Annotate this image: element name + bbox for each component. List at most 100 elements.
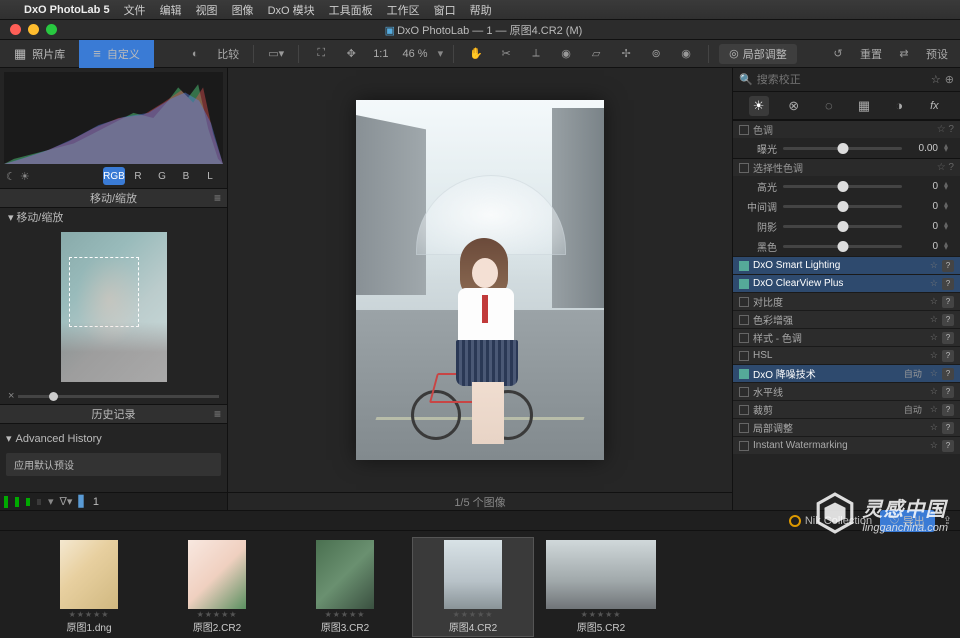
history-advanced[interactable]: ▾Advanced History [6, 428, 221, 449]
photo-preview [356, 100, 604, 460]
zoom-dropdown-icon[interactable]: ▾ [438, 47, 444, 60]
detail-icon[interactable]: ◌ [819, 96, 839, 116]
crop-tool-icon[interactable]: ✂ [494, 43, 518, 65]
nik-collection-button[interactable]: Nik Collection [789, 515, 872, 527]
redeye-icon[interactable]: ⊚ [644, 43, 668, 65]
history-item[interactable]: 应用默认预设 [6, 453, 221, 476]
thumbnail[interactable]: ★★★★★原图4.CR2 [412, 537, 534, 637]
preset-icon[interactable]: ⇄ [892, 43, 916, 65]
menu-file[interactable]: 文件 [124, 2, 146, 18]
thumbnail[interactable]: ★★★★★原图5.CR2 [540, 537, 662, 637]
thumbnail[interactable]: ★★★★★原图3.CR2 [284, 537, 406, 637]
compare-label[interactable]: 比较 [213, 46, 243, 62]
menu-view[interactable]: 视图 [196, 2, 218, 18]
perspective-icon[interactable]: ▱ [584, 43, 608, 65]
compare-toggle[interactable]: ◐ [183, 43, 207, 65]
menu-image[interactable]: 图像 [232, 2, 254, 18]
repair-icon[interactable]: ✢ [614, 43, 638, 65]
menu-dxomodules[interactable]: DxO 模块 [268, 2, 315, 18]
channel-rgb[interactable]: RGB [103, 167, 125, 185]
watermark-icon[interactable]: fx [924, 96, 944, 116]
channel-g[interactable]: G [151, 167, 173, 185]
folder-icon[interactable]: ▋ [78, 495, 86, 508]
preset-label[interactable]: 预设 [922, 46, 952, 62]
histogram-channels: ☾ ☀ RGB R G B L [0, 164, 227, 188]
thumbnail[interactable]: ★★★★★原图2.CR2 [156, 537, 278, 637]
menu-window[interactable]: 窗口 [434, 2, 456, 18]
whitebalance-icon[interactable]: ◉ [554, 43, 578, 65]
export-button[interactable]: ⎋导出 [880, 510, 935, 532]
panel-menu-icon[interactable]: ≡ [214, 191, 221, 205]
chevron-down-icon[interactable]: ▾ [8, 211, 14, 224]
reset-icon[interactable]: ↺ [826, 43, 850, 65]
color-icon[interactable]: ⊗ [784, 96, 804, 116]
slider-2[interactable]: 阴影0▴▾ [733, 216, 960, 236]
menu-panels[interactable]: 工具面板 [329, 2, 373, 18]
canvas[interactable] [228, 68, 732, 492]
preview-eye-icon[interactable]: ◉ [674, 43, 698, 65]
slider-1[interactable]: 中间调0▴▾ [733, 196, 960, 216]
slider-exposure[interactable]: 曝光 0.00▴▾ [733, 138, 960, 158]
local-adjustments-button[interactable]: ◎局部调整 [719, 44, 797, 64]
section-对比度[interactable]: 对比度☆? [733, 292, 960, 310]
tab-customize[interactable]: ≡自定义 [79, 40, 154, 68]
star-icon[interactable]: ☆ [931, 73, 941, 86]
section-裁剪[interactable]: 裁剪自动☆? [733, 400, 960, 418]
channel-l[interactable]: L [199, 167, 221, 185]
share-icon[interactable]: ⇪ [943, 514, 952, 527]
panel-history[interactable]: 历史记录≡ [0, 404, 227, 424]
thumbnail[interactable]: ★★★★★原图1.dng [28, 537, 150, 637]
section-色彩增强[interactable]: 色彩增强☆? [733, 310, 960, 328]
section-水平线[interactable]: 水平线☆? [733, 382, 960, 400]
screen-layout[interactable]: ▭▾ [264, 43, 288, 65]
section-样式---色调[interactable]: 样式 - 色调☆? [733, 328, 960, 346]
panel-menu-icon[interactable]: ≡ [214, 407, 221, 421]
histogram [4, 72, 223, 164]
shadow-clip-icon[interactable]: ☾ [6, 170, 16, 183]
panel-move-zoom[interactable]: 移动/缩放≡ [0, 188, 227, 208]
highlight-clip-icon[interactable]: ☀ [20, 170, 30, 183]
section-hsl[interactable]: HSL☆? [733, 346, 960, 364]
grid-icon: ▦ [14, 46, 26, 62]
section-dxo-clearview-plus[interactable]: DxO ClearView Plus☆? [733, 274, 960, 292]
section-局部调整[interactable]: 局部调整☆? [733, 418, 960, 436]
slider-0[interactable]: 高光0▴▾ [733, 176, 960, 196]
main-toolbar: ▦照片库 ≡自定义 ◐ 比较 ▭▾ ⛶ ✥ 1:1 46 % ▾ ✋ ✂ ⟂ ◉… [0, 40, 960, 68]
menu-edit[interactable]: 编辑 [160, 2, 182, 18]
channel-r[interactable]: R [127, 167, 149, 185]
reset-label[interactable]: 重置 [856, 46, 886, 62]
straighten-icon[interactable]: ⟂ [524, 43, 548, 65]
section-instant-watermarking[interactable]: Instant Watermarking☆? [733, 436, 960, 454]
section-dxo-smart-lighting[interactable]: DxO Smart Lighting☆? [733, 256, 960, 274]
link-icon[interactable]: ⊕ [945, 73, 954, 86]
tab-library[interactable]: ▦照片库 [0, 40, 79, 68]
fit-icon[interactable]: ⛶ [309, 43, 333, 65]
local-icon[interactable]: ◑ [889, 96, 909, 116]
move-tool-icon[interactable]: ✥ [339, 43, 363, 65]
zoom-ratio[interactable]: 1:1 [369, 48, 392, 60]
slider-3[interactable]: 黑色0▴▾ [733, 236, 960, 256]
filmstrip: Nik Collection ⎋导出 ⇪ ★★★★★原图1.dng★★★★★原图… [0, 510, 960, 638]
window-zoom[interactable] [46, 24, 57, 35]
filter-icon[interactable]: ∇▾ [60, 495, 73, 508]
window-close[interactable] [10, 24, 21, 35]
menu-workspace[interactable]: 工作区 [387, 2, 420, 18]
left-panel: ☾ ☀ RGB R G B L 移动/缩放≡ ▾ 移动/缩放 × 历史记录≡ ▾… [0, 68, 228, 510]
target-icon: ◎ [729, 47, 739, 60]
group-tone[interactable]: 色调☆ ? [733, 120, 960, 138]
chevron-icon[interactable]: ▾ [48, 495, 54, 508]
geometry-icon[interactable]: ▦ [854, 96, 874, 116]
search-input[interactable] [757, 74, 927, 86]
app-name[interactable]: DxO PhotoLab 5 [24, 4, 110, 16]
group-selective-tone[interactable]: 选择性色调☆ ? [733, 158, 960, 176]
channel-b[interactable]: B [175, 167, 197, 185]
menu-help[interactable]: 帮助 [470, 2, 492, 18]
zoom-percent[interactable]: 46 % [398, 48, 431, 60]
navigator-preview[interactable] [0, 226, 227, 388]
window-minimize[interactable] [28, 24, 39, 35]
folder-count: 1 [93, 496, 99, 508]
light-icon[interactable]: ☀ [749, 96, 769, 116]
section-dxo-降噪技术[interactable]: DxO 降噪技术自动☆? [733, 364, 960, 382]
collapse-icon[interactable]: × [8, 390, 14, 402]
hand-tool-icon[interactable]: ✋ [464, 43, 488, 65]
